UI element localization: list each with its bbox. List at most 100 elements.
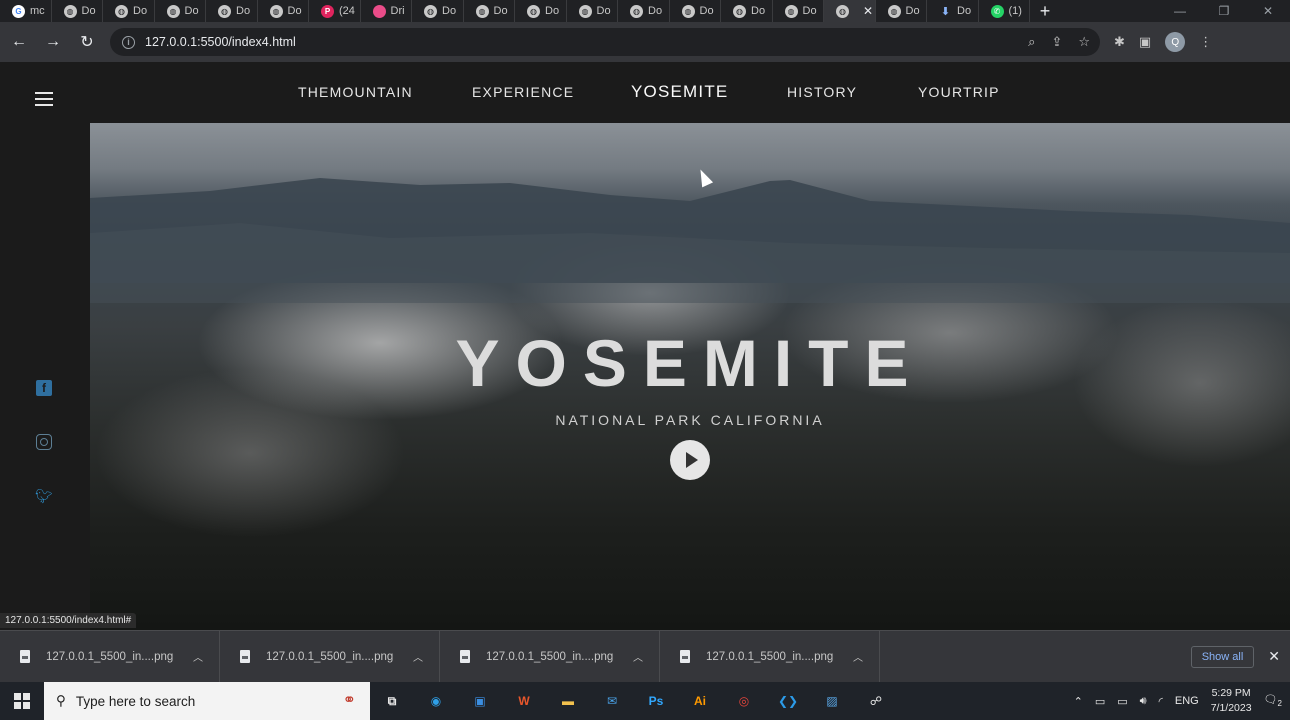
globe-icon: ◍ <box>115 4 128 18</box>
tab-label: Do <box>905 5 920 17</box>
side-panel-icon[interactable]: ▣ <box>1139 34 1151 50</box>
clock-date: 7/1/2023 <box>1210 702 1252 714</box>
globe-icon: ◍ <box>784 4 798 18</box>
twitter-icon[interactable]: 🐦︎ <box>35 488 53 504</box>
vscode-icon[interactable]: ❮❯ <box>766 682 810 720</box>
volume-icon[interactable]: 🔊︎ <box>1140 695 1147 708</box>
new-tab-icon[interactable]: + <box>1030 1 1060 22</box>
browser-tab[interactable]: ◍ Do <box>155 0 206 22</box>
close-window-icon[interactable]: ✕ <box>1246 4 1290 18</box>
start-button[interactable] <box>0 682 44 720</box>
reload-icon[interactable]: ↻ <box>72 27 102 57</box>
forward-arrow-icon[interactable]: → <box>38 27 68 57</box>
facebook-icon[interactable]: f <box>36 380 52 396</box>
profile-avatar[interactable]: Q <box>1165 32 1186 52</box>
browser-tab[interactable]: ◍ Do <box>721 0 773 22</box>
play-video-button[interactable] <box>670 440 710 480</box>
nav-link-experience[interactable]: EXPERIENCE <box>472 84 574 100</box>
download-item[interactable]: 127.0.0.1_5500_in....png ︿ <box>440 630 660 683</box>
extensions-icon[interactable]: ✱ <box>1114 34 1125 50</box>
tab-label: Do <box>133 5 148 17</box>
url-text: 127.0.0.1:5500/index4.html <box>145 35 296 49</box>
people-icon[interactable]: ☍ <box>854 682 898 720</box>
nav-link-yourtrip[interactable]: YOURTRIP <box>918 84 1000 100</box>
windows-taskbar: ⚲ Type here to search ⚭ ⧉ ◉ ▣ W ▬ ✉ Ps Ai ◎ ❮❯ ▨ ☍ … <box>0 682 1290 720</box>
browser-tab[interactable]: ◍ Do <box>206 0 258 22</box>
address-bar[interactable]: i 127.0.0.1:5500/index4.html ⌕ ⇪ ☆ <box>110 28 1100 56</box>
tray-app-icon[interactable]: ▭ <box>1095 695 1105 708</box>
mail-icon[interactable]: ✉ <box>590 682 634 720</box>
bicycle-icon: ⚭ <box>342 692 356 709</box>
browser-tab[interactable]: ◍ Do <box>464 0 515 22</box>
chrome-icon[interactable]: ◎ <box>722 682 766 720</box>
nav-link-history[interactable]: HISTORY <box>787 84 857 100</box>
language-indicator[interactable]: ENG <box>1175 695 1199 707</box>
nav-link-yosemite[interactable]: YOSEMITE <box>631 82 728 102</box>
photos-icon[interactable]: ▨ <box>810 682 854 720</box>
zoom-icon[interactable]: ⌕ <box>1028 34 1035 50</box>
tab-label: Dri <box>390 5 405 17</box>
taskbar-search-box[interactable]: ⚲ Type here to search ⚭ <box>44 682 370 720</box>
store-icon[interactable]: ▣ <box>458 682 502 720</box>
menu-kebab-icon[interactable]: ⋮ <box>1199 34 1212 50</box>
download-item[interactable]: 127.0.0.1_5500_in....png ︿ <box>660 630 880 683</box>
close-download-bar-icon[interactable]: ✕ <box>1268 648 1280 665</box>
wifi-icon[interactable]: ◜ <box>1159 695 1163 708</box>
bookmark-star-icon[interactable]: ☆ <box>1078 34 1090 50</box>
share-icon[interactable]: ⇪ <box>1051 34 1062 50</box>
browser-tab[interactable]: ◍ Do <box>515 0 567 22</box>
download-item[interactable]: 127.0.0.1_5500_in....png ︿ <box>0 630 220 683</box>
photoshop-icon[interactable]: Ps <box>634 682 678 720</box>
browser-tab[interactable]: ◍ Do <box>412 0 464 22</box>
browser-tab[interactable]: Gmc <box>0 0 52 22</box>
clock[interactable]: 5:29 PM 7/1/2023 <box>1211 686 1252 716</box>
nav-link-themountain[interactable]: THEMOUNTAIN <box>298 84 413 100</box>
tab-label: Do <box>236 5 251 17</box>
download-bar: 127.0.0.1_5500_in....png ︿ 127.0.0.1_5500_… <box>0 630 1290 683</box>
illustrator-icon[interactable]: Ai <box>678 682 722 720</box>
browser-tab[interactable]: Dri <box>361 0 412 22</box>
chevron-up-icon[interactable]: ︿ <box>633 649 643 664</box>
instagram-icon[interactable] <box>36 434 52 450</box>
browser-tab[interactable]: ⬇ Do <box>927 0 979 22</box>
hero-section: YOSEMITE NATIONAL PARK CALIFORNIA <box>90 123 1290 630</box>
battery-icon[interactable]: ▭ <box>1117 695 1127 708</box>
chevron-up-icon[interactable]: ︿ <box>413 649 423 664</box>
notification-icon[interactable]: 🗨︎2 <box>1264 693 1282 708</box>
globe-icon: ◍ <box>63 4 77 18</box>
office-icon[interactable]: W <box>502 682 546 720</box>
browser-tab[interactable]: ✆ (1) <box>979 0 1030 22</box>
download-filename: 127.0.0.1_5500_in....png <box>486 650 614 663</box>
browser-tab[interactable]: ◍ Do <box>876 0 927 22</box>
pinterest-icon: P <box>321 4 334 18</box>
back-arrow-icon[interactable]: ← <box>4 27 34 57</box>
chevron-up-icon[interactable]: ︿ <box>853 649 863 664</box>
chevron-up-icon[interactable]: ︿ <box>193 649 203 664</box>
browser-tab[interactable]: ◍ Do <box>567 0 618 22</box>
sidebar: f 🐦︎ <box>0 62 90 630</box>
close-tab-icon[interactable]: ✕ <box>863 4 873 18</box>
browser-tab[interactable]: ◍ ✕ <box>824 0 876 22</box>
show-all-downloads-button[interactable]: Show all <box>1190 645 1255 668</box>
browser-tab[interactable]: ◍ Do <box>773 0 824 22</box>
browser-tab[interactable]: ◍ Do <box>52 0 103 22</box>
file-explorer-icon[interactable]: ▬ <box>546 682 590 720</box>
whatsapp-icon: ✆ <box>990 4 1004 18</box>
tab-label: mc <box>30 5 45 17</box>
edge-icon[interactable]: ◉ <box>414 682 458 720</box>
site-info-icon[interactable]: i <box>122 35 135 49</box>
minimize-icon[interactable]: — <box>1158 4 1202 18</box>
chevron-up-icon[interactable]: ⌃ <box>1074 695 1083 708</box>
browser-tab[interactable]: ◍ Do <box>670 0 721 22</box>
browser-tab[interactable]: ◍ Do <box>103 0 155 22</box>
tab-label: Do <box>802 5 817 17</box>
restore-icon[interactable]: ❐ <box>1202 4 1246 18</box>
globe-icon: ◍ <box>166 4 180 18</box>
task-view-icon[interactable]: ⧉ <box>370 682 414 720</box>
hamburger-menu-icon[interactable] <box>35 92 53 106</box>
globe-icon: ◍ <box>527 4 540 18</box>
browser-tab[interactable]: P (24 <box>309 0 361 22</box>
download-item[interactable]: 127.0.0.1_5500_in....png ︿ <box>220 630 440 683</box>
browser-tab[interactable]: ◍ Do <box>618 0 670 22</box>
browser-tab[interactable]: ◍ Do <box>258 0 309 22</box>
